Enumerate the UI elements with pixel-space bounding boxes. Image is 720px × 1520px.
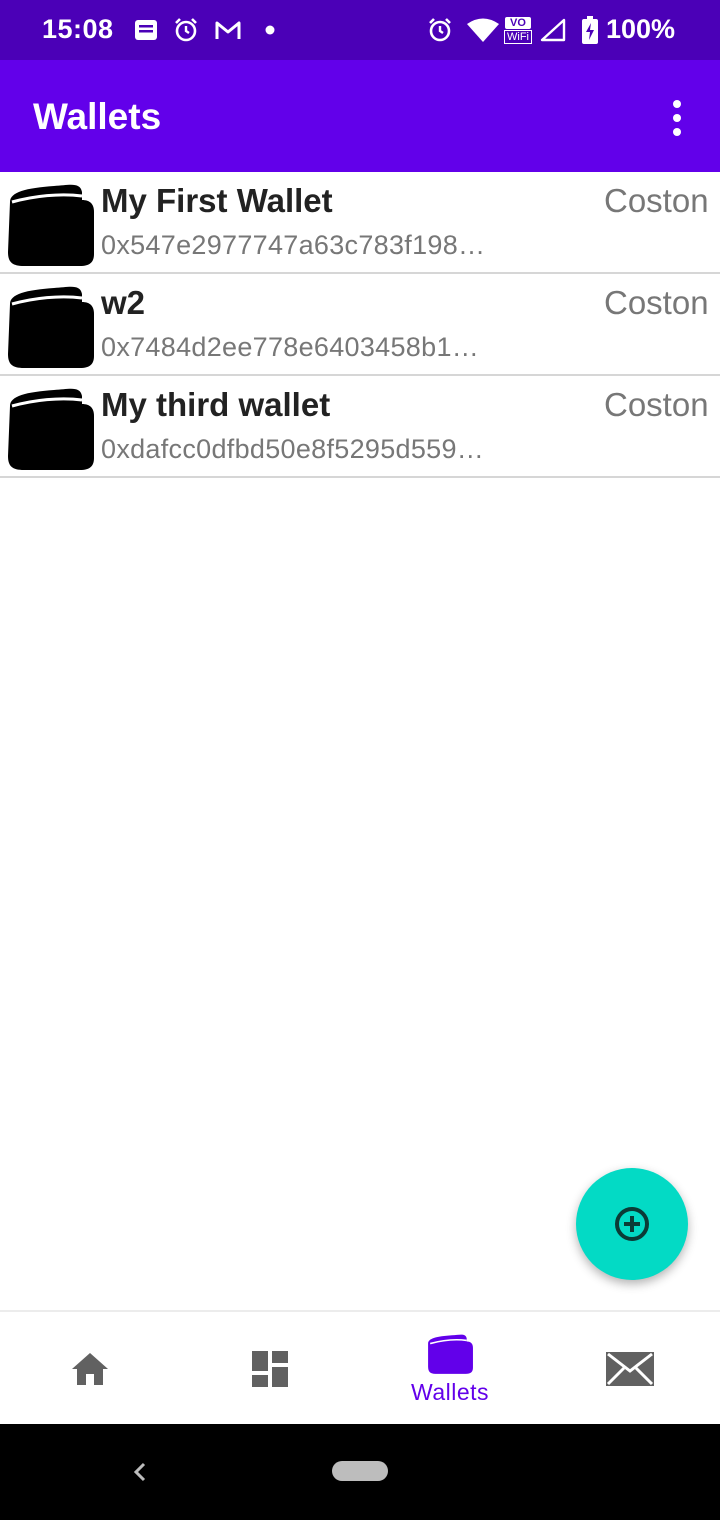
nav-dashboard[interactable]: [180, 1312, 360, 1426]
nav-wallets[interactable]: Wallets: [360, 1312, 540, 1426]
alarm-icon: [426, 14, 454, 46]
nav-home[interactable]: [0, 1312, 180, 1426]
wallet-address: 0x7484d2ee778e6403458b1…: [101, 332, 480, 362]
more-vert-icon[interactable]: [660, 96, 694, 140]
battery-percent: 100%: [606, 14, 676, 44]
back-icon[interactable]: [126, 1454, 156, 1490]
signal-icon: [540, 14, 566, 46]
vowifi-bottom-label: WiFi: [504, 29, 532, 44]
wallet-icon: [8, 184, 94, 266]
wallet-network: Coston: [604, 386, 709, 423]
home-pill[interactable]: [332, 1461, 388, 1481]
dashboard-icon: [252, 1351, 288, 1387]
alarm-icon: [172, 14, 200, 46]
battery-icon: [580, 14, 600, 46]
nav-messages[interactable]: [540, 1312, 720, 1426]
wallet-icon: [8, 388, 94, 470]
add-wallet-button[interactable]: [576, 1168, 688, 1280]
wallet-list-item[interactable]: My third wallet 0xdafcc0dfbd50e8f5295d55…: [0, 376, 720, 478]
status-time: 15:08: [42, 14, 114, 44]
wallet-icon: [428, 1334, 473, 1374]
home-icon: [72, 1353, 108, 1385]
wallet-network: Coston: [604, 284, 709, 321]
bottom-navigation: Wallets: [0, 1310, 720, 1424]
wallet-address: 0x547e2977747a63c783f198…: [101, 230, 486, 260]
wallet-list-item[interactable]: w2 0x7484d2ee778e6403458b1… Coston: [0, 274, 720, 376]
wifi-icon: [466, 14, 500, 46]
wallet-address: 0xdafcc0dfbd50e8f5295d559…: [101, 434, 485, 464]
wallet-name: My First Wallet: [101, 182, 333, 219]
add-circle-icon: [615, 1207, 649, 1241]
app-bar: Wallets: [0, 60, 720, 172]
dot-icon: [264, 14, 276, 46]
wallet-icon: [8, 286, 94, 368]
vowifi-top-label: VO: [505, 16, 531, 29]
system-navigation-bar: [0, 1424, 720, 1520]
wallet-network: Coston: [604, 182, 709, 219]
nav-wallets-label: Wallets: [410, 1378, 490, 1405]
wallet-name: My third wallet: [101, 386, 331, 423]
vowifi-icon: VO WiFi: [500, 14, 536, 46]
status-bar: 15:08 VO WiFi 100%: [0, 0, 720, 60]
gmail-icon: [214, 14, 242, 46]
wallet-list: My First Wallet 0x547e2977747a63c783f198…: [0, 172, 720, 478]
mail-icon: [606, 1352, 654, 1386]
wallet-name: w2: [101, 284, 146, 321]
page-title: Wallets: [33, 96, 162, 137]
wallet-list-item[interactable]: My First Wallet 0x547e2977747a63c783f198…: [0, 172, 720, 274]
message-icon: [133, 14, 159, 46]
